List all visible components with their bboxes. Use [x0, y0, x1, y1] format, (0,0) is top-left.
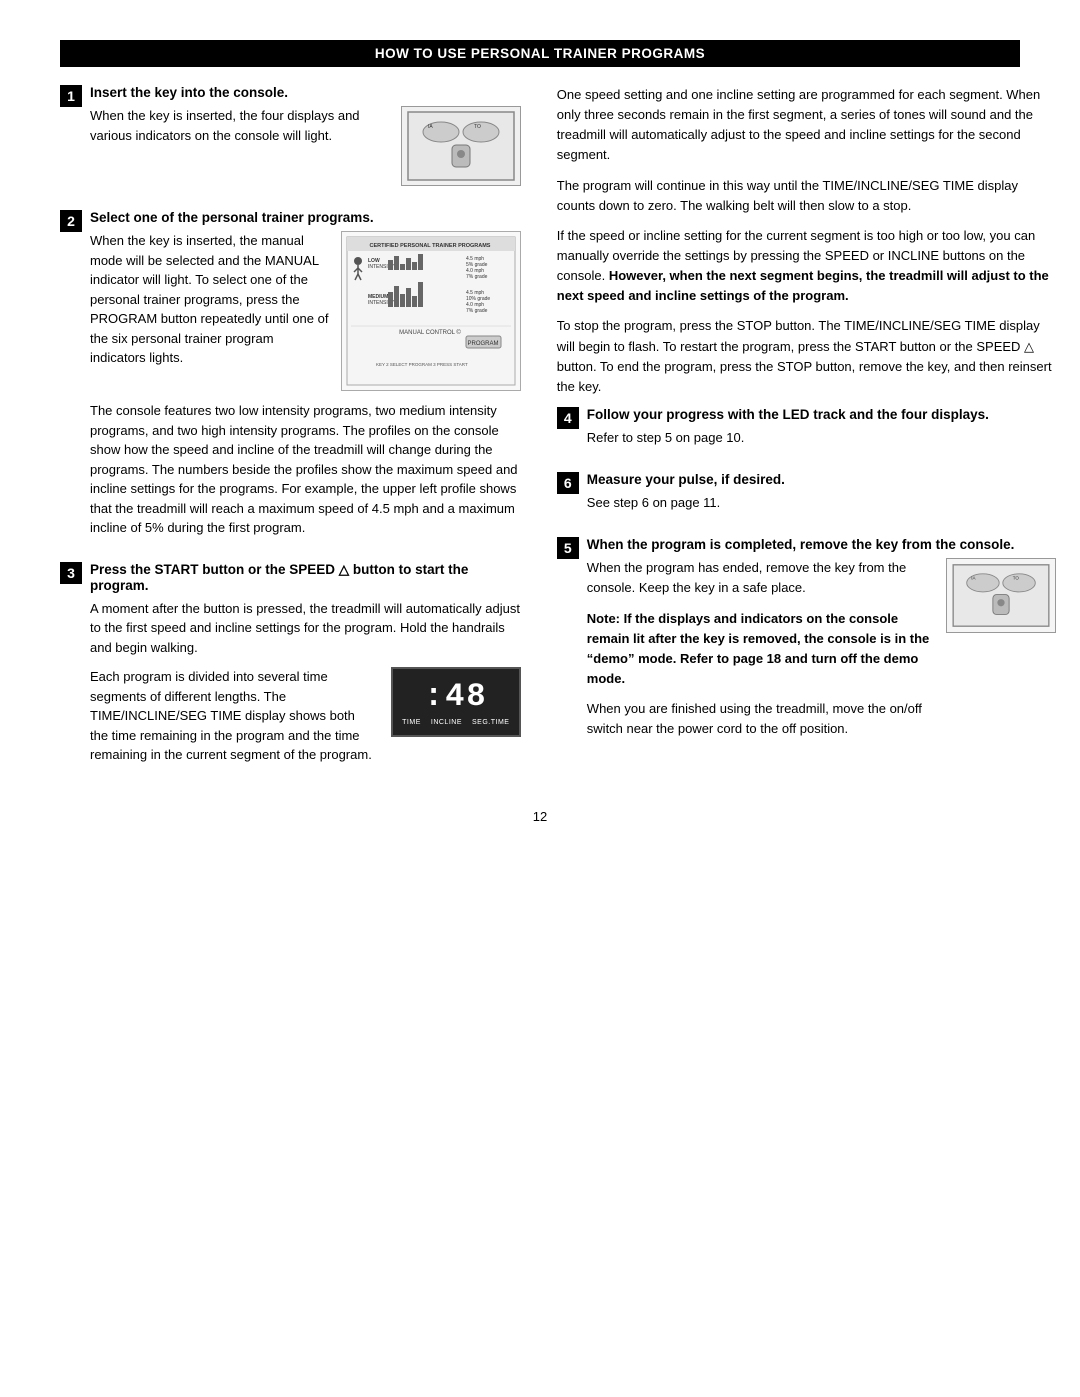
step5-number: 5: [557, 537, 579, 559]
display-digits: :48: [424, 678, 488, 715]
step5-content: When the program is completed, remove th…: [587, 537, 1056, 749]
left-column: 1 Insert the key into the console. When …: [60, 85, 521, 779]
step3-body1: A moment after the button is pressed, th…: [90, 599, 521, 658]
step1-content: Insert the key into the console. When th…: [90, 85, 521, 196]
step3-bottom: Each program is divided into several tim…: [90, 667, 521, 765]
svg-text:TO: TO: [1013, 576, 1020, 581]
display-label-time: TIME: [402, 719, 421, 726]
svg-text:7% grade: 7% grade: [466, 308, 488, 314]
step2-content: Select one of the personal trainer progr…: [90, 210, 521, 548]
step3: 3 Press the START button or the SPEED △ …: [60, 562, 521, 765]
step5-body-area: When the program has ended, remove the k…: [587, 558, 1056, 749]
svg-text:KEY 2 SELECT PROGRAM 3 PRESS S: KEY 2 SELECT PROGRAM 3 PRESS START: [376, 362, 468, 367]
right-column: One speed setting and one incline settin…: [557, 85, 1056, 779]
right-para4: To stop the program, press the STOP butt…: [557, 316, 1056, 397]
step6-number: 6: [557, 472, 579, 494]
step1-console-image: IA TO: [401, 106, 521, 186]
svg-text:MANUAL CONTROL ©: MANUAL CONTROL ©: [399, 329, 461, 336]
display-label-incline: INCLINE: [431, 719, 462, 726]
step2-title: Select one of the personal trainer progr…: [90, 210, 521, 225]
step5-body2-bold: Note: If the displays and indicators on …: [587, 611, 929, 686]
svg-text:IA: IA: [428, 124, 433, 130]
step4-body: Refer to step 5 on page 10.: [587, 428, 1056, 448]
step2-body1: When the key is inserted, the manual mod…: [90, 233, 328, 365]
step2-program-image: CERTIFIED PERSONAL TRAINER PROGRAMS LOW: [341, 231, 521, 391]
display-label-segtime: SEG.TIME: [472, 719, 509, 726]
console-svg-step1: IA TO: [406, 110, 516, 182]
step3-display-image: :48 TIME INCLINE SEG.TIME: [391, 667, 521, 737]
right-para2: The program will continue in this way un…: [557, 176, 1056, 216]
step5-console-image: IA TO: [946, 558, 1056, 633]
step2-body-with-image: When the key is inserted, the manual mod…: [90, 231, 521, 391]
step3-content: Press the START button or the SPEED △ bu…: [90, 562, 521, 765]
step5-body3: When you are finished using the treadmil…: [587, 699, 934, 739]
console-svg-step5: IA TO: [951, 563, 1051, 628]
step1-body-with-image: When the key is inserted, the four displ…: [90, 106, 521, 186]
step5-body1: When the program has ended, remove the k…: [587, 558, 934, 598]
header-title: HOW TO USE PERSONAL TRAINER PROGRAMS: [375, 46, 705, 61]
step1-number: 1: [60, 85, 82, 107]
step1-title: Insert the key into the console.: [90, 85, 521, 100]
step2: 2 Select one of the personal trainer pro…: [60, 210, 521, 548]
step6-title: Measure your pulse, if desired.: [587, 472, 1056, 487]
svg-text:TO: TO: [474, 124, 481, 130]
page-number: 12: [60, 809, 1020, 824]
right-para1: One speed setting and one incline settin…: [557, 85, 1056, 166]
step5-body2: Note: If the displays and indicators on …: [587, 609, 934, 690]
step4-number: 4: [557, 407, 579, 429]
page-header: HOW TO USE PERSONAL TRAINER PROGRAMS: [60, 40, 1020, 67]
step3-text: Each program is divided into several tim…: [90, 667, 375, 765]
right-para3: If the speed or incline setting for the …: [557, 226, 1056, 307]
svg-text:PROGRAM: PROGRAM: [467, 341, 498, 347]
svg-text:IA: IA: [971, 576, 975, 581]
step4-content: Follow your progress with the LED track …: [587, 407, 1056, 458]
step5: 5 When the program is completed, remove …: [557, 537, 1056, 749]
step2-number: 2: [60, 210, 82, 232]
svg-text:CERTIFIED PERSONAL TRAINER PRO: CERTIFIED PERSONAL TRAINER PROGRAMS: [369, 243, 490, 249]
svg-text:7% grade: 7% grade: [466, 274, 488, 280]
program-panel-svg: CERTIFIED PERSONAL TRAINER PROGRAMS LOW: [346, 236, 516, 386]
step3-number: 3: [60, 562, 82, 584]
step5-text: When the program has ended, remove the k…: [587, 558, 934, 749]
step1-text: When the key is inserted, the four displ…: [90, 106, 389, 186]
display-labels: TIME INCLINE SEG.TIME: [402, 719, 509, 726]
page-container: HOW TO USE PERSONAL TRAINER PROGRAMS 1 I…: [60, 40, 1020, 824]
step5-title: When the program is completed, remove th…: [587, 537, 1056, 552]
step4-title: Follow your progress with the LED track …: [587, 407, 1056, 422]
step1: 1 Insert the key into the console. When …: [60, 85, 521, 196]
right-para3-bold: However, when the next segment begins, t…: [557, 268, 1049, 303]
step3-title: Press the START button or the SPEED △ bu…: [90, 562, 521, 593]
step2-body2: The console features two low intensity p…: [90, 401, 521, 538]
step6-body: See step 6 on page 11.: [587, 493, 1056, 513]
step6: 6 Measure your pulse, if desired. See st…: [557, 472, 1056, 523]
step4: 4 Follow your progress with the LED trac…: [557, 407, 1056, 458]
step2-text1: When the key is inserted, the manual mod…: [90, 231, 329, 391]
two-column-layout: 1 Insert the key into the console. When …: [60, 85, 1020, 779]
step6-content: Measure your pulse, if desired. See step…: [587, 472, 1056, 523]
